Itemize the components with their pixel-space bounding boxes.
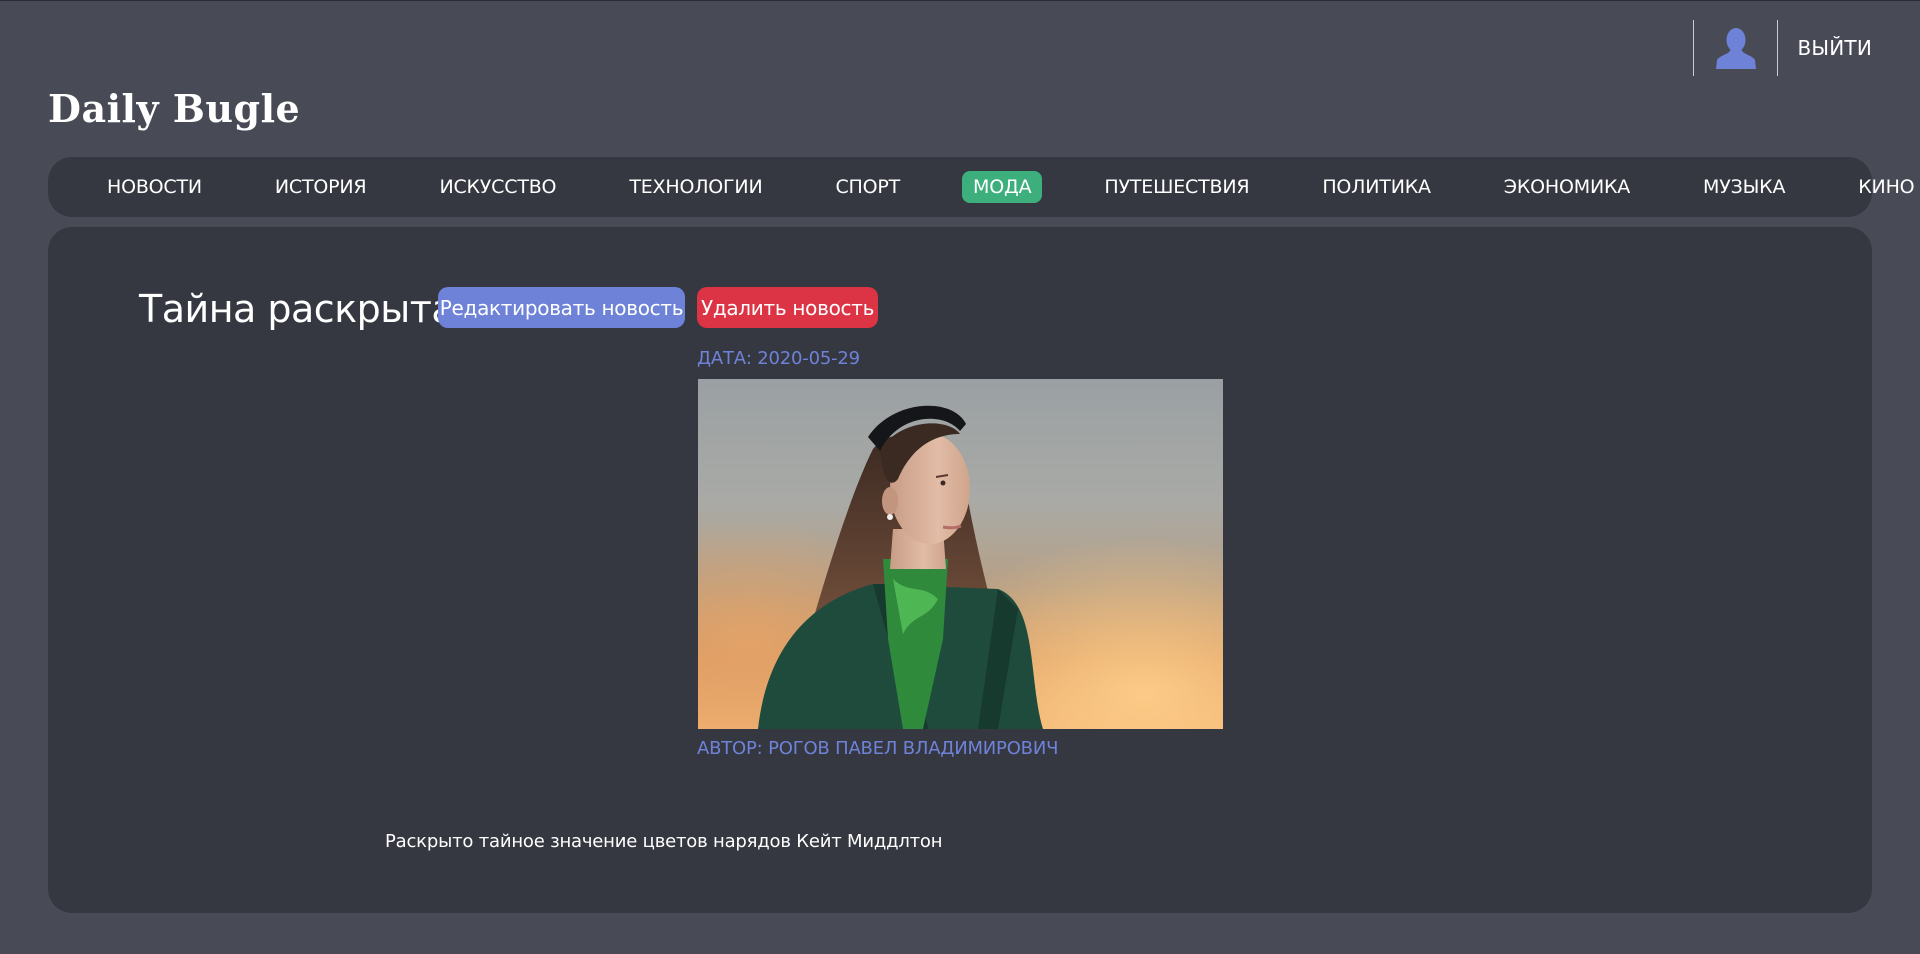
article-summary: Раскрыто тайное значение цветов нарядов … — [385, 831, 943, 852]
article-title: Тайна раскрыта! — [139, 287, 469, 331]
nav-item-4[interactable]: ТЕХНОЛОГИИ — [618, 171, 773, 203]
nav-item-5[interactable]: СПОРТ — [824, 171, 911, 203]
article-photo — [698, 379, 1223, 729]
edit-news-button[interactable]: Редактировать новость — [438, 287, 685, 328]
photo-illustration — [698, 379, 1223, 729]
nav-item-8[interactable]: ПОЛИТИКА — [1311, 171, 1441, 203]
category-nav: НОВОСТИ ИСТОРИЯ ИСКУССТВО ТЕХНОЛОГИИ СПОРТ МО… — [48, 157, 1915, 217]
nav-item-3[interactable]: ИСКУССТВО — [428, 171, 567, 203]
site-logo[interactable]: Daily Bugle — [48, 86, 300, 131]
user-area: ВЫЙТИ — [1693, 20, 1872, 76]
nav-item-2[interactable]: ИСТОРИЯ — [264, 171, 378, 203]
user-silhouette-icon — [1715, 28, 1756, 69]
nav-item-10[interactable]: МУЗЫКА — [1692, 171, 1796, 203]
nav-item-6[interactable]: МОДА — [962, 171, 1043, 203]
nav-item-7[interactable]: ПУТЕШЕСТВИЯ — [1093, 171, 1260, 203]
article-author: АВТОР: РОГОВ ПАВЕЛ ВЛАДИМИРОВИЧ — [697, 738, 1059, 759]
nav-item-9[interactable]: ЭКОНОМИКА — [1493, 171, 1641, 203]
article-date: ДАТА: 2020-05-29 — [697, 348, 860, 369]
nav-item-11[interactable]: КИНО — [1847, 171, 1920, 203]
nav-item-1[interactable]: НОВОСТИ — [96, 171, 213, 203]
logout-link[interactable]: ВЫЙТИ — [1778, 36, 1872, 60]
top-border — [0, 0, 1920, 1]
profile-button[interactable] — [1694, 20, 1777, 76]
delete-news-button[interactable]: Удалить новость — [697, 287, 878, 328]
